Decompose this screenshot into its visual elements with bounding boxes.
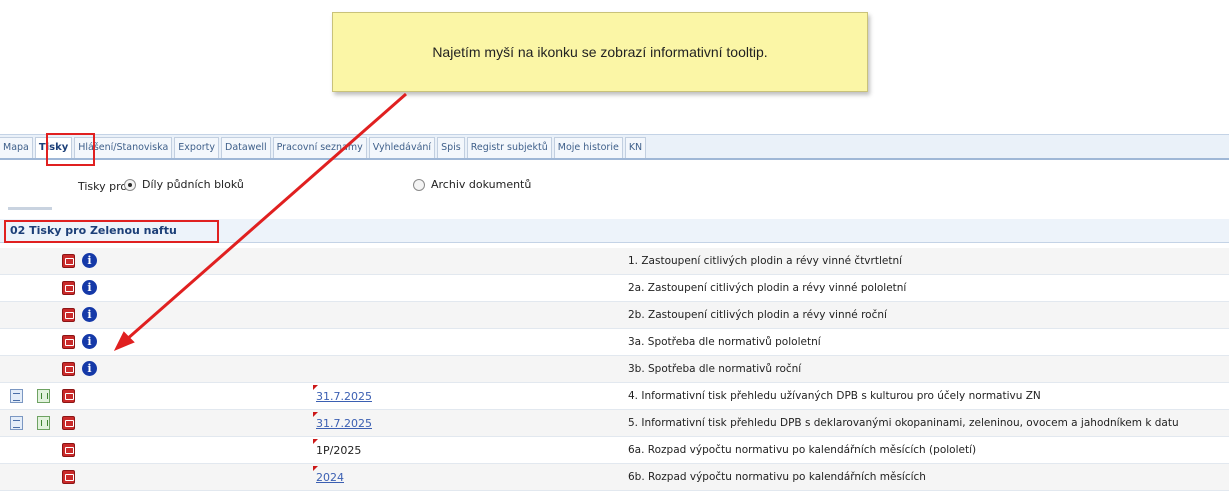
row-date[interactable]: 2024 — [316, 471, 344, 484]
row-description: 5. Informativní tisk přehledu DPB s dekl… — [628, 417, 1179, 429]
tab-registr-subjekt-[interactable]: Registr subjektů — [466, 137, 552, 158]
tisky-tab-highlight — [46, 133, 95, 166]
tisky-pro-label: Tisky pro: — [78, 180, 131, 193]
info-icon[interactable]: i — [82, 307, 97, 322]
row-description: 3b. Spotřeba dle normativů roční — [628, 363, 802, 375]
table-row: i 2b. Zastoupení citlivých plodin a révy … — [0, 302, 1229, 329]
doc-icon[interactable] — [10, 389, 23, 403]
radio-button-icon[interactable] — [124, 178, 136, 191]
radio-archiv-dokumentu[interactable]: Archiv dokumentů — [413, 178, 531, 191]
tab-kn[interactable]: KN — [624, 137, 647, 158]
table-row: 31.7.2025 5. Informativní tisk přehledu D… — [0, 410, 1229, 437]
table-row: i 3b. Spotřeba dle normativů roční — [0, 356, 1229, 383]
tab-exporty[interactable]: Exporty — [174, 137, 220, 158]
xls-icon[interactable] — [37, 389, 50, 403]
divider — [8, 207, 52, 210]
pdf-icon[interactable] — [62, 470, 75, 484]
row-date: 1P/2025 — [316, 444, 362, 457]
callout-text: Najetím myší na ikonku se zobrazí inform… — [432, 44, 768, 60]
tisky-pro-selector: Tisky pro: Díly půdních bloků Archiv dok… — [0, 177, 1229, 199]
info-icon[interactable]: i — [82, 361, 97, 376]
pdf-icon[interactable] — [62, 362, 75, 376]
row-date[interactable]: 31.7.2025 — [316, 417, 372, 430]
info-icon[interactable]: i — [82, 280, 97, 295]
pdf-icon[interactable] — [62, 254, 75, 268]
tab-spis[interactable]: Spis — [437, 137, 465, 158]
tab-moje-historie[interactable]: Moje historie — [553, 137, 623, 158]
pdf-icon[interactable] — [62, 416, 75, 430]
row-description: 4. Informativní tisk přehledu užívaných … — [628, 390, 1041, 402]
table-row: i 1. Zastoupení citlivých plodin a révy v… — [0, 248, 1229, 275]
row-description: 3a. Spotřeba dle normativů pololetní — [628, 336, 821, 348]
table-row: i 2a. Zastoupení citlivých plodin a révy … — [0, 275, 1229, 302]
tooltip-callout: Najetím myší na ikonku se zobrazí inform… — [332, 12, 868, 92]
row-description: 6a. Rozpad výpočtu normativu po kalendář… — [628, 444, 977, 456]
info-icon[interactable]: i — [82, 334, 97, 349]
pdf-icon[interactable] — [62, 281, 75, 295]
row-description: 1. Zastoupení citlivých plodin a révy vi… — [628, 255, 903, 267]
table-row: 31.7.2025 4. Informativní tisk přehledu u… — [0, 383, 1229, 410]
radio-option-label: Archiv dokumentů — [431, 178, 532, 191]
table-row: 2024 6b. Rozpad výpočtu normativu po kale… — [0, 464, 1229, 491]
pdf-icon[interactable] — [62, 389, 75, 403]
xls-icon[interactable] — [37, 416, 50, 430]
tab-pracovn-seznamy[interactable]: Pracovní seznamy — [272, 137, 367, 158]
main-tab-bar: Mapa Tisky Hlášení/Stanoviska Exporty Datawe… — [0, 134, 1229, 160]
row-description: 2a. Zastoupení citlivých plodin a révy v… — [628, 282, 907, 294]
tab-datawell[interactable]: Datawell — [221, 137, 271, 158]
radio-button-icon[interactable] — [413, 178, 425, 191]
pdf-icon[interactable] — [62, 308, 75, 322]
pdf-icon[interactable] — [62, 335, 75, 349]
radio-option-label: Díly půdních bloků — [142, 178, 244, 191]
row-date[interactable]: 31.7.2025 — [316, 390, 372, 403]
table-row: i 3a. Spotřeba dle normativů pololetní — [0, 329, 1229, 356]
table-row: 1P/2025 6a. Rozpad výpočtu normativu po k… — [0, 437, 1229, 464]
info-icon[interactable]: i — [82, 253, 97, 268]
doc-icon[interactable] — [10, 416, 23, 430]
row-description: 6b. Rozpad výpočtu normativu po kalendář… — [628, 471, 926, 483]
pdf-icon[interactable] — [62, 443, 75, 457]
section-title-highlight — [4, 220, 219, 243]
tab-mapa[interactable]: Mapa — [0, 137, 33, 158]
row-description: 2b. Zastoupení citlivých plodin a révy v… — [628, 309, 887, 321]
radio-dily-pudnich-bloku[interactable]: Díly půdních bloků — [124, 178, 244, 191]
tab-vyhled-v-n-[interactable]: Vyhledávání — [368, 137, 436, 158]
